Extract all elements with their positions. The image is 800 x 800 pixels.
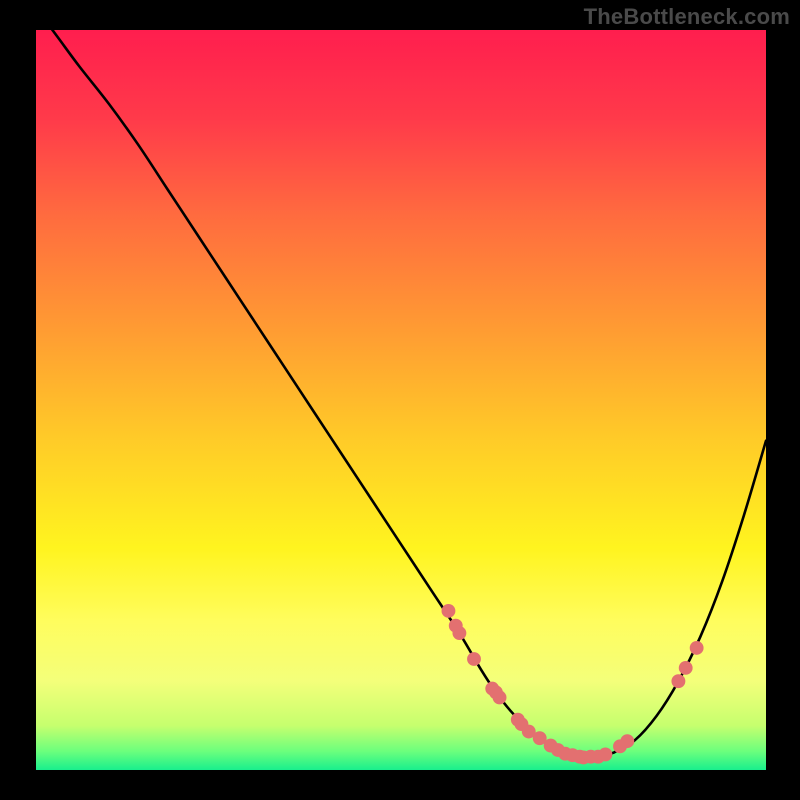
data-point-marker (598, 748, 612, 762)
data-point-marker (442, 604, 456, 618)
data-point-marker (467, 652, 481, 666)
data-point-marker (452, 626, 466, 640)
data-point-marker (690, 641, 704, 655)
watermark-text: TheBottleneck.com (584, 4, 790, 30)
chart-svg (36, 30, 766, 770)
plot-area (36, 30, 766, 770)
data-point-marker (493, 691, 507, 705)
data-point-marker (671, 674, 685, 688)
bottleneck-curve (36, 8, 766, 758)
data-point-marker (679, 661, 693, 675)
highlighted-points-group (442, 604, 704, 764)
data-point-marker (620, 734, 634, 748)
chart-stage: TheBottleneck.com (0, 0, 800, 800)
